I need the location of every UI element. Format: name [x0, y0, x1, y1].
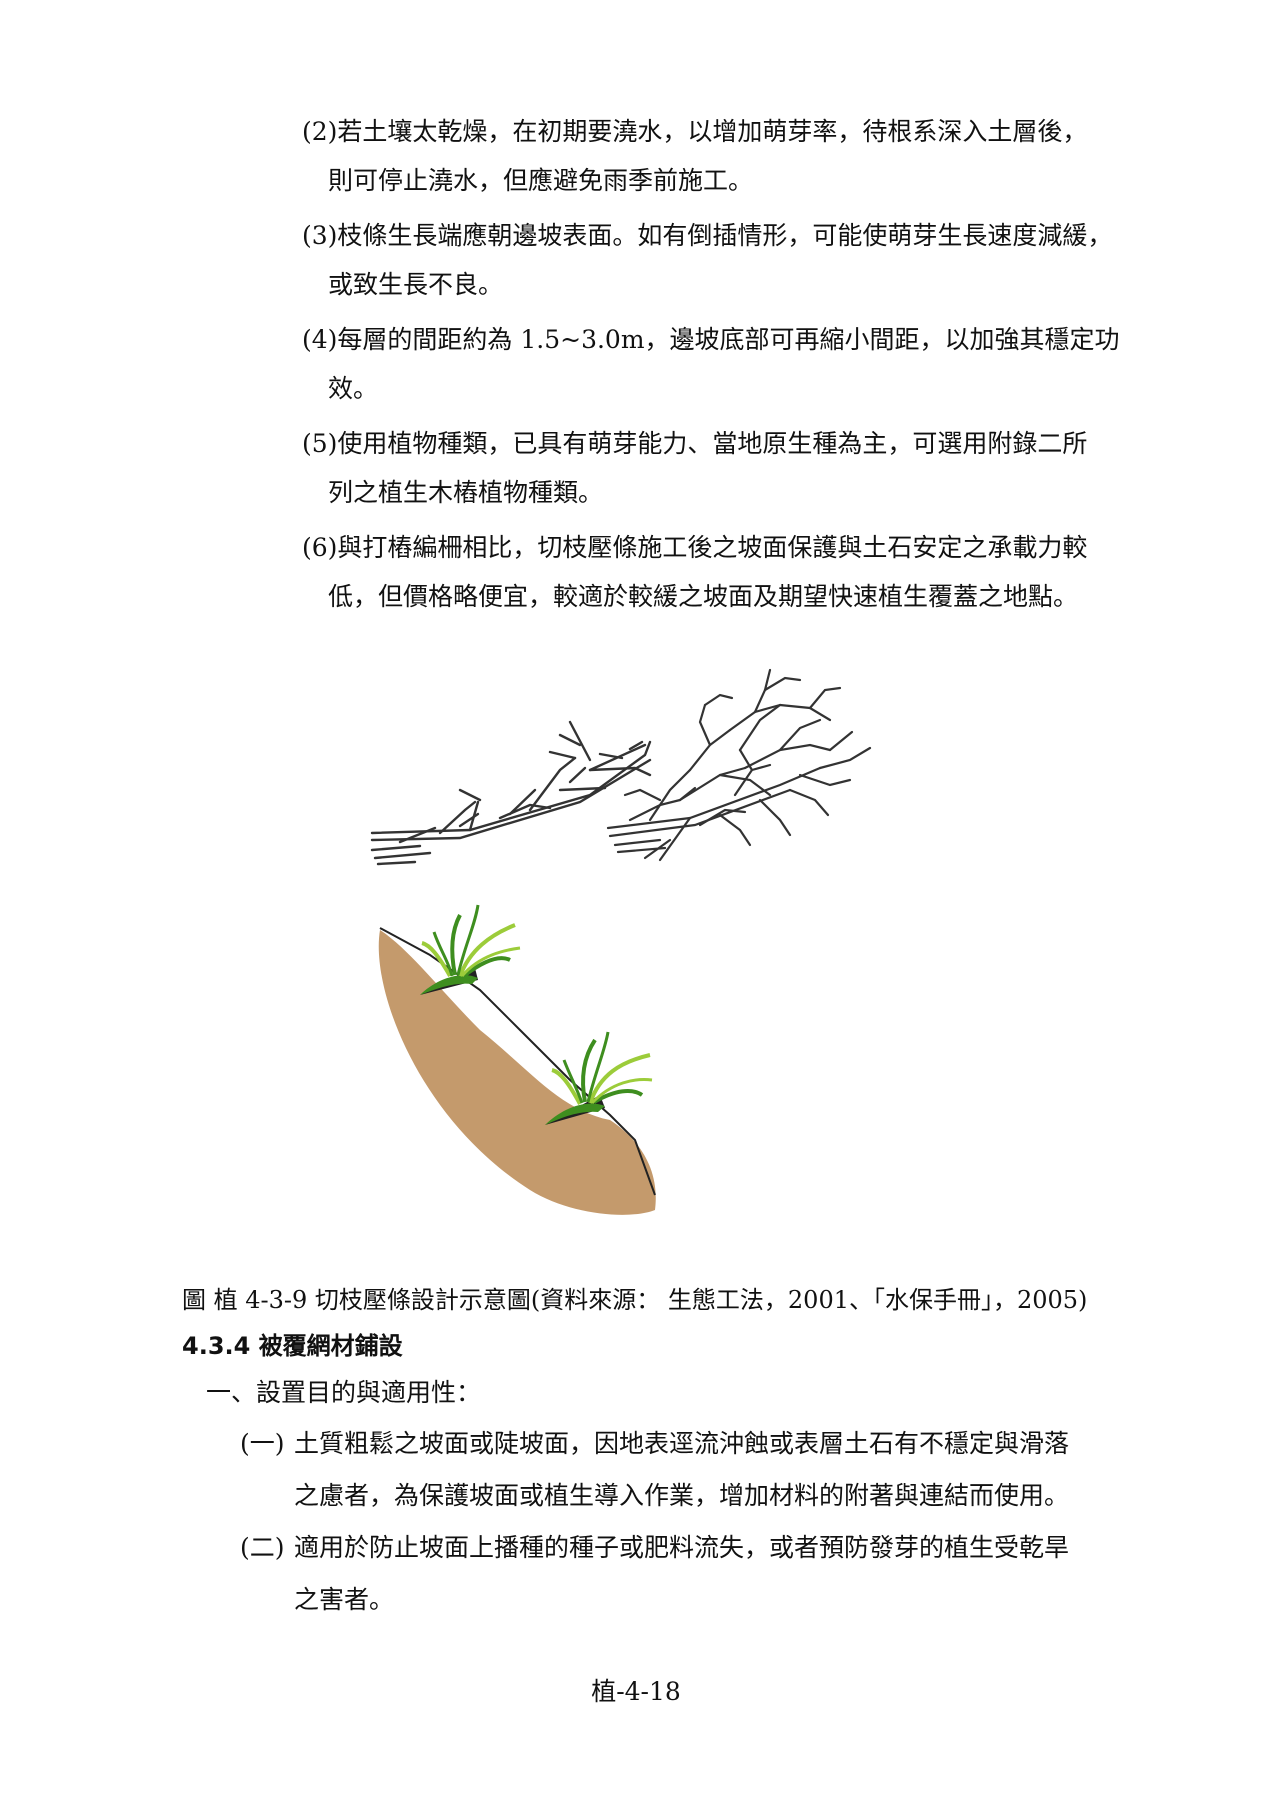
list-item-line: 效。	[328, 374, 379, 403]
section-heading: 4.3.4 被覆網材鋪設	[182, 1332, 403, 1360]
paragraph-line: 土質粗鬆之坡面或陡坡面，因地表逕流沖蝕或表層土石有不穩定與滑落	[294, 1429, 1070, 1458]
list-item-line: (4)每層的間距約為 1.5~3.0m，邊坡底部可再縮小間距，以加強其穩定功	[302, 325, 1120, 354]
branch-cutting-right	[606, 668, 872, 862]
figure-caption: 圖 植 4-3-9 切枝壓條設計示意圖(資料來源： 生態工法，2001、「水保手…	[182, 1286, 1088, 1314]
list-item-line: 則可停止澆水，但應避免雨季前施工。	[328, 166, 754, 195]
branch-cutting-left	[370, 720, 652, 866]
paragraph-line: 適用於防止坡面上播種的種子或肥料流失，或者預防發芽的植生受乾旱	[294, 1533, 1070, 1562]
list-item-line: (5)使用植物種類，已具有萌芽能力、當地原生種為主，可選用附錄二所	[302, 429, 1088, 458]
list-item-line: 列之植生木樁植物種類。	[328, 478, 604, 507]
paragraph: (二) 適用於防止坡面上播種的種子或肥料流失，或者預防發芽的植生受乾旱 之害者。	[240, 1522, 1100, 1626]
list-item: (4)每層的間距約為 1.5~3.0m，邊坡底部可再縮小間距，以加強其穩定功 效…	[302, 315, 1120, 413]
paragraph-line: 之害者。	[294, 1585, 395, 1614]
paragraph-label: (二)	[240, 1533, 285, 1562]
list-item: (2)若土壤太乾燥，在初期要澆水，以增加萌芽率，待根系深入土層後， 則可停止澆水…	[302, 107, 1092, 205]
list-item-line: 或致生長不良。	[328, 270, 504, 299]
paragraph-line: 之慮者，為保護坡面或植生導入作業，增加材料的附著與連結而使用。	[294, 1481, 1070, 1510]
list-item-line: (6)與打樁編柵相比，切枝壓條施工後之坡面保護與土石安定之承載力較	[302, 533, 1088, 562]
list-item-line: (2)若土壤太乾燥，在初期要澆水，以增加萌芽率，待根系深入土層後，	[302, 117, 1088, 146]
grass-tuft-upper	[420, 904, 521, 995]
subsection-heading: 一、設置目的與適用性：	[206, 1378, 482, 1407]
list-item-line: (3)枝條生長端應朝邊坡表面。如有倒插情形，可能使萌芽生長速度減緩，	[302, 221, 1113, 250]
brush-layering-illustration	[370, 668, 872, 1215]
paragraph: (一) 土質粗鬆之坡面或陡坡面，因地表逕流沖蝕或表層土石有不穩定與滑落 之慮者，為…	[240, 1418, 1100, 1522]
page-number: 植-4-18	[591, 1677, 681, 1706]
paragraph-label: (一)	[240, 1429, 285, 1458]
list-item: (6)與打樁編柵相比，切枝壓條施工後之坡面保護與土石安定之承載力較 低，但價格略…	[302, 523, 1092, 621]
document-page: (2)若土壤太乾燥，在初期要澆水，以增加萌芽率，待根系深入土層後， 則可停止澆水…	[0, 0, 1272, 1800]
soil-slope	[378, 930, 656, 1215]
list-item: (3)枝條生長端應朝邊坡表面。如有倒插情形，可能使萌芽生長速度減緩， 或致生長不…	[302, 211, 1113, 309]
list-item-line: 低，但價格略便宜，較適於較緩之坡面及期望快速植生覆蓋之地點。	[328, 582, 1079, 611]
list-item: (5)使用植物種類，已具有萌芽能力、當地原生種為主，可選用附錄二所 列之植生木樁…	[302, 419, 1092, 517]
